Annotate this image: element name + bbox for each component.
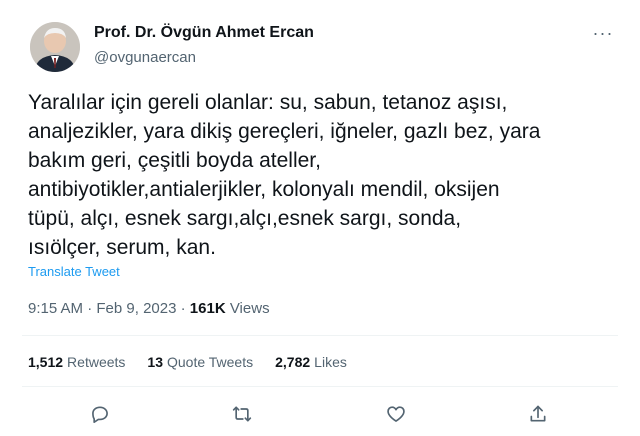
divider — [22, 335, 618, 336]
share-icon[interactable] — [526, 402, 550, 426]
tweet-time[interactable]: 9:15 AM — [28, 300, 83, 317]
tweet-card: Prof. Dr. Övgün Ahmet Ercan @ovgunaercan… — [0, 0, 640, 436]
retweets-stat[interactable]: 1,512 Retweets — [28, 354, 125, 370]
action-bar — [0, 402, 640, 426]
views-count: 161K — [189, 300, 226, 317]
tweet-text: Yaralılar için gereli olanlar: su, sabun… — [28, 91, 541, 259]
quote-tweets-stat[interactable]: 13 Quote Tweets — [147, 354, 253, 370]
meta-separator: · — [180, 300, 186, 317]
divider — [22, 386, 618, 387]
engagement-stats: 1,512 Retweets 13 Quote Tweets 2,782 Likes — [28, 354, 347, 370]
quotes-label: Quote Tweets — [166, 354, 254, 370]
more-icon[interactable]: ··· — [590, 22, 616, 44]
retweets-label: Retweets — [67, 354, 126, 370]
views-label: Views — [229, 300, 270, 317]
likes-stat[interactable]: 2,782 Likes — [275, 354, 347, 370]
likes-label: Likes — [314, 354, 347, 370]
tweet-date[interactable]: Feb 9, 2023 — [96, 300, 176, 317]
avatar[interactable] — [30, 22, 80, 72]
reply-icon[interactable] — [88, 402, 112, 426]
person-avatar-icon — [30, 22, 80, 72]
retweet-icon[interactable] — [230, 402, 254, 426]
meta-separator: · — [87, 300, 93, 317]
quotes-count: 13 — [147, 354, 163, 370]
likes-count: 2,782 — [275, 354, 311, 370]
author-display-name[interactable]: Prof. Dr. Övgün Ahmet Ercan — [94, 24, 314, 42]
tweet-meta: 9:15 AM · Feb 9, 2023 · 161K Views — [28, 300, 270, 317]
author-handle[interactable]: @ovgunaercan — [94, 49, 196, 66]
like-icon[interactable] — [384, 402, 408, 426]
retweets-count: 1,512 — [28, 354, 64, 370]
translate-tweet-link[interactable]: Translate Tweet — [28, 264, 120, 279]
